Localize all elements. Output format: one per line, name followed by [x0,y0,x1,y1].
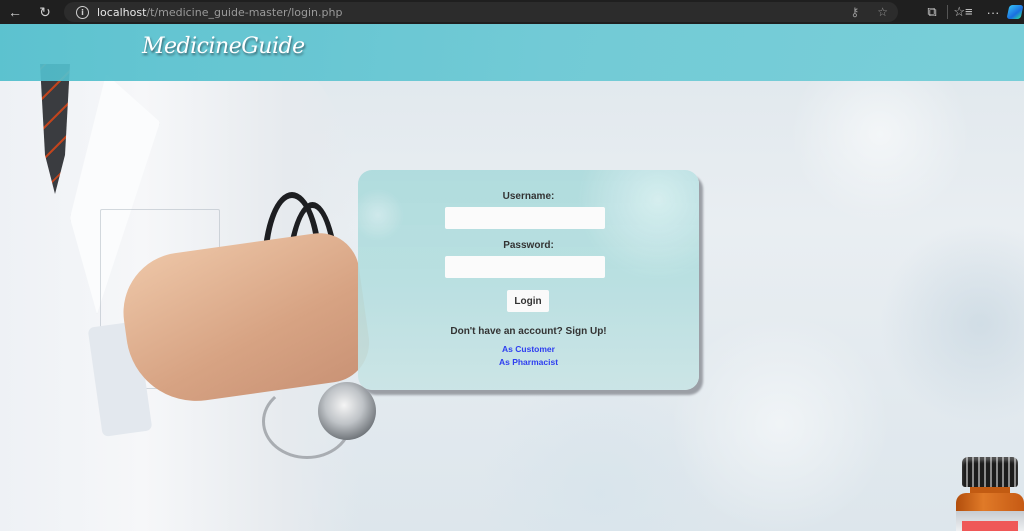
address-bar[interactable]: i localhost/t/medicine_guide-master/logi… [64,2,898,22]
password-input[interactable] [445,256,605,278]
url-path: /t/medicine_guide-master/login.php [146,5,343,19]
info-icon[interactable]: i [76,5,89,19]
login-button[interactable]: Login [507,290,549,312]
medicine-bottle-image [956,457,1024,531]
login-form: Username: Password: Login Don't have an … [358,170,699,390]
page: MedicineGuide Username: Password: Login … [0,24,1024,531]
key-icon[interactable]: ⚷ [850,5,859,19]
url-text[interactable]: localhost/t/medicine_guide-master/login.… [97,6,342,19]
url-host: localhost [97,5,147,19]
star-icon[interactable]: ☆ [877,5,888,19]
reload-icon[interactable]: ↻ [34,1,56,23]
bottle-label-stripe [962,521,1018,531]
site-header: MedicineGuide [0,24,1024,81]
back-arrow-icon[interactable]: ← [4,1,26,23]
signup-prompt: Don't have an account? Sign Up! [450,326,607,337]
doctor-background-image [0,24,380,531]
signup-customer-link[interactable]: As Customer [358,344,699,354]
signup-pharmacist-link[interactable]: As Pharmacist [358,357,699,367]
favorites-list-icon[interactable]: ☆≡ [948,4,978,20]
puzzle-icon[interactable]: ⧉ [917,4,947,20]
copilot-icon[interactable] [1006,5,1024,19]
stethoscope-chestpiece [318,382,376,440]
browser-toolbar: ← ↻ i localhost/t/medicine_guide-master/… [0,0,1024,24]
bottle-cap [962,457,1018,487]
password-label: Password: [503,240,554,251]
username-input[interactable] [445,207,605,229]
more-icon[interactable]: ··· [978,5,1008,20]
username-label: Username: [502,191,555,202]
site-logo[interactable]: MedicineGuide [142,34,305,59]
